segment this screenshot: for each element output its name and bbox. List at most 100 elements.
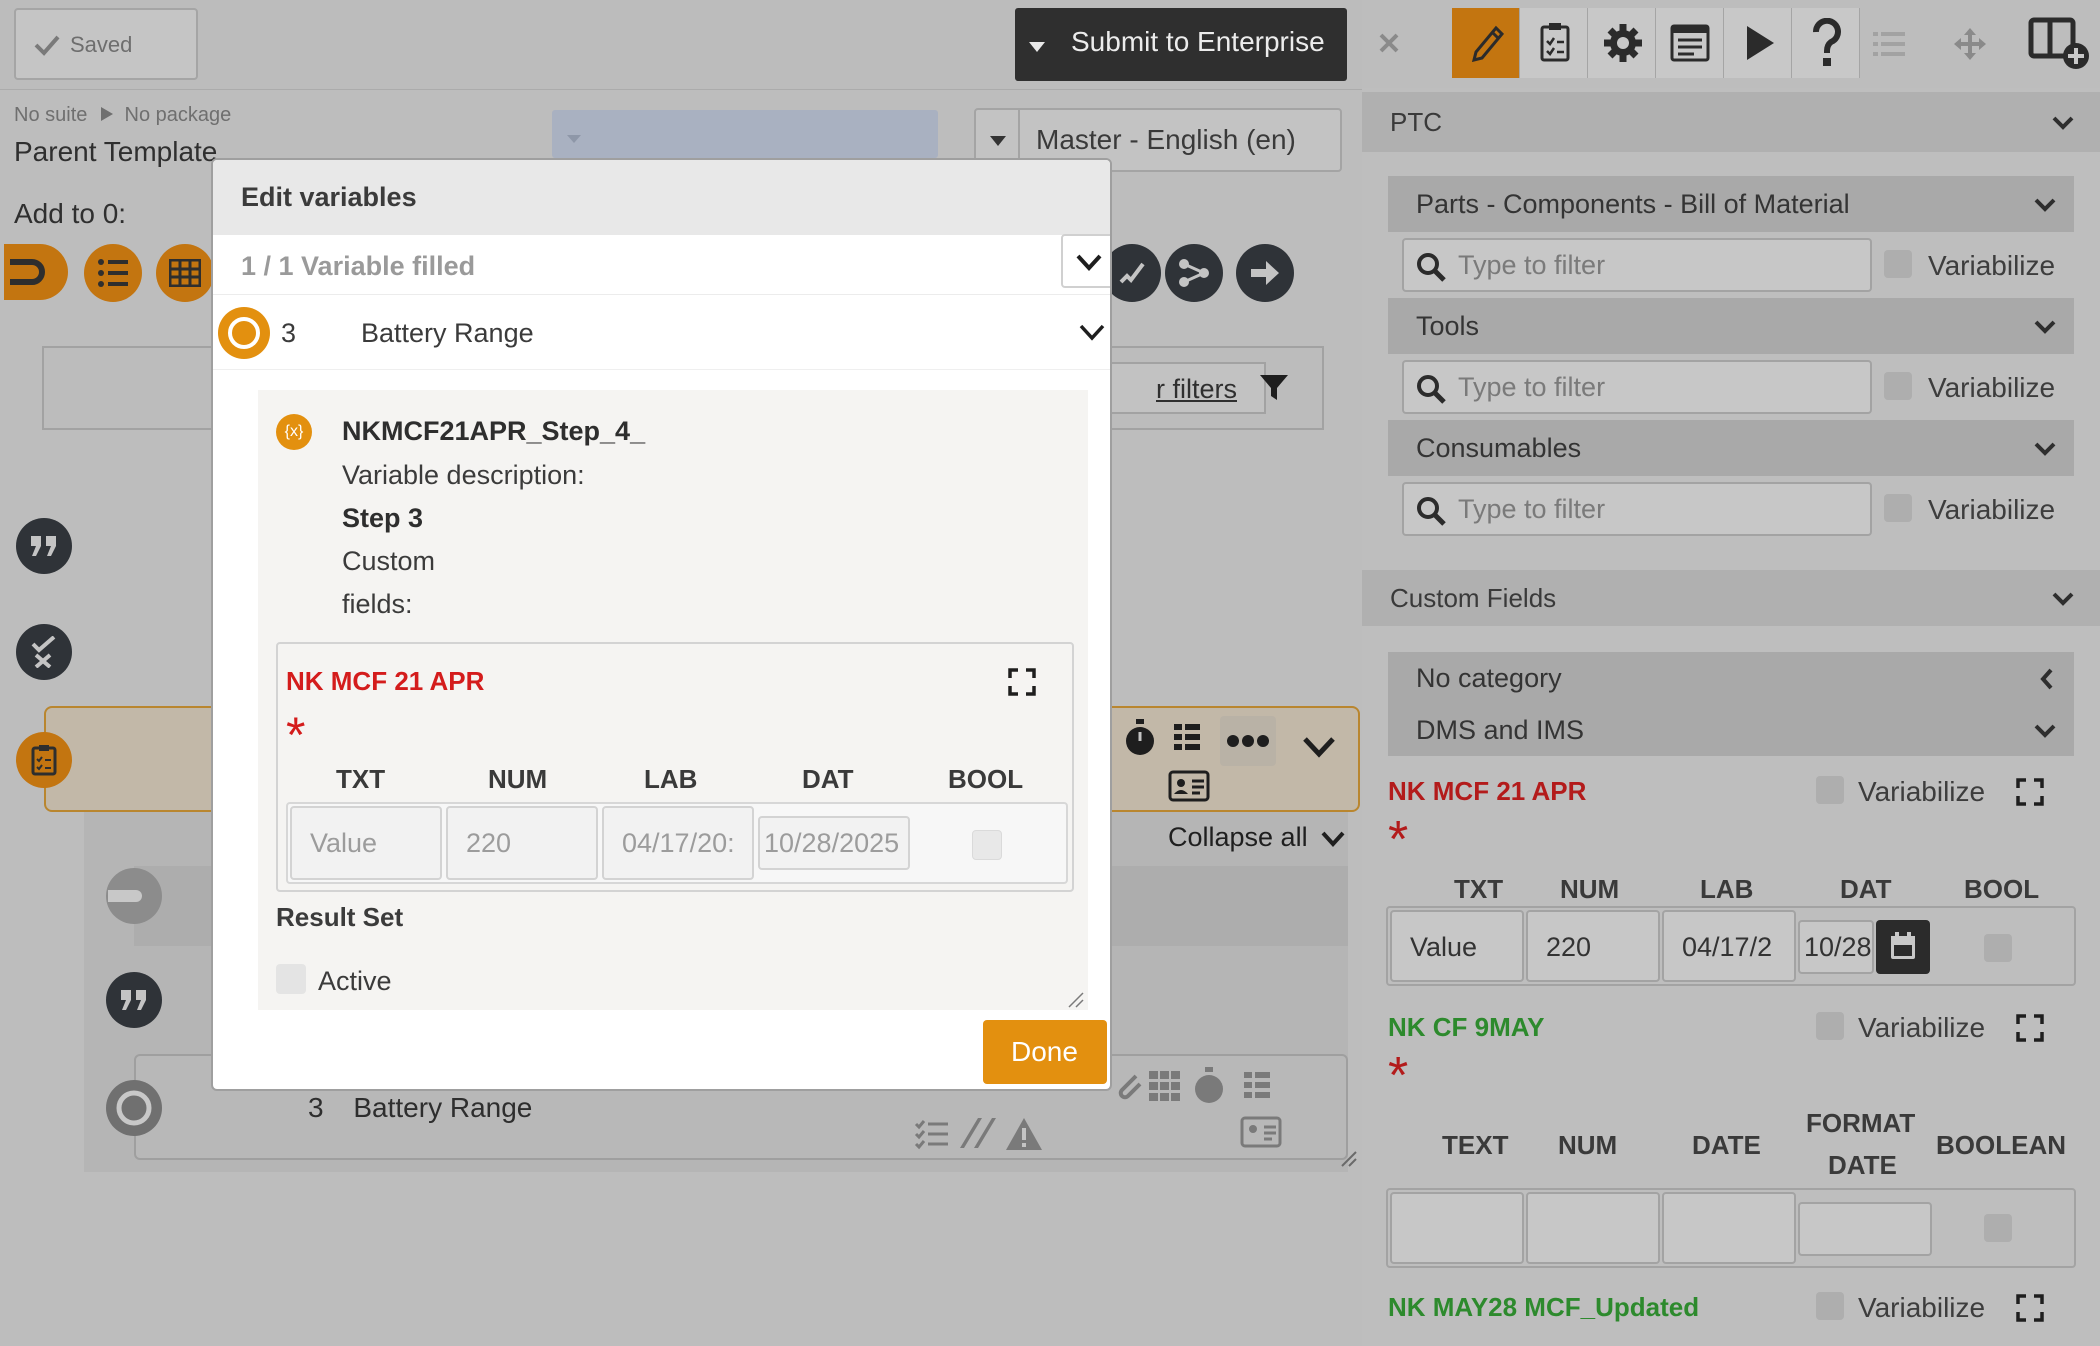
field1-variabilize-checkbox[interactable] (1816, 776, 1844, 804)
signature-icon[interactable] (958, 1116, 998, 1150)
parts-filter-input[interactable]: Type to filter (1402, 238, 1872, 292)
field2-text-input[interactable] (1390, 1192, 1524, 1264)
tools-section-header[interactable]: Tools (1388, 298, 2074, 354)
collapse-all-button[interactable]: Collapse all (1168, 822, 1345, 853)
check-icon (34, 35, 60, 56)
calendar-button[interactable] (1876, 920, 1930, 974)
field3-variabilize-checkbox[interactable] (1816, 1292, 1844, 1320)
right-panel: PTC Parts - Components - Bill of Materia… (1362, 0, 2100, 1346)
ptc-section-header[interactable]: PTC (1362, 92, 2100, 152)
done-button[interactable]: Done (983, 1020, 1107, 1084)
field1-bool-checkbox[interactable] (1984, 934, 2012, 962)
consumables-section-header[interactable]: Consumables (1388, 420, 2074, 476)
tools-variabilize-checkbox[interactable] (1884, 372, 1912, 400)
field2-header-text: TEXT (1442, 1130, 1509, 1160)
blue-dropdown[interactable] (552, 110, 938, 158)
add-panel-icon[interactable] (2028, 16, 2092, 72)
bool-checkbox[interactable] (972, 830, 1002, 860)
step-status-icon[interactable] (104, 1078, 164, 1138)
checklist-tab[interactable] (1520, 8, 1588, 78)
more-options-button[interactable] (1220, 716, 1276, 766)
field2-variabilize-checkbox[interactable] (1816, 1012, 1844, 1040)
quote-button[interactable] (106, 972, 162, 1028)
section-icon[interactable] (104, 866, 164, 926)
field1-dat-input[interactable]: 10/28 (1798, 920, 1874, 974)
field2-format-date-input[interactable] (1798, 1202, 1932, 1256)
next-button[interactable] (1236, 244, 1294, 302)
add-list-button[interactable] (84, 244, 142, 302)
edit-tab[interactable] (1452, 8, 1520, 78)
help-tab[interactable] (1792, 8, 1860, 78)
active-checkbox[interactable] (276, 964, 306, 994)
expand-icon[interactable] (2016, 1014, 2044, 1042)
id-card-icon[interactable] (1240, 1116, 1282, 1148)
move-icon[interactable] (1952, 26, 1988, 62)
breadcrumb-package[interactable]: No package (125, 104, 232, 126)
checklist-icon[interactable] (914, 1118, 950, 1150)
share-button[interactable] (1165, 244, 1223, 302)
filters-link[interactable]: r filters (1156, 374, 1237, 405)
checklist-button[interactable] (16, 732, 72, 788)
question-icon (1812, 18, 1841, 66)
variable-card: {x} NKMCF21APR_Step_4_ Variable descript… (258, 390, 1088, 1010)
expand-icon[interactable] (2016, 778, 2044, 806)
dat-input[interactable]: 10/28/2025 (758, 816, 910, 870)
category-dms-and-ims[interactable]: DMS and IMS (1388, 704, 2074, 756)
category-no-category[interactable]: No category (1388, 652, 2074, 704)
id-card-icon[interactable] (1168, 770, 1210, 802)
parts-section-header[interactable]: Parts - Components - Bill of Material (1388, 176, 2074, 232)
expand-icon[interactable] (2016, 1294, 2044, 1322)
field2-num-input[interactable] (1526, 1192, 1660, 1264)
variable-step-row[interactable]: 3 Battery Range (213, 296, 1110, 370)
field1-lab-input[interactable]: 04/17/2 (1662, 910, 1796, 982)
field2-header-format-date: DATE (1828, 1150, 1897, 1180)
resize-handle-icon[interactable] (1340, 1150, 1358, 1168)
chevron-down-icon[interactable] (1302, 736, 1336, 758)
submit-to-enterprise-button[interactable]: Submit to Enterprise (1015, 8, 1347, 81)
consumables-filter-input[interactable]: Type to filter (1402, 482, 1872, 536)
check-x-button[interactable] (16, 624, 72, 680)
field1-txt-input[interactable]: Value (1390, 910, 1524, 982)
saved-button[interactable]: Saved (14, 8, 198, 80)
field1-num-input[interactable]: 220 (1526, 910, 1660, 982)
add-section-button[interactable] (4, 244, 68, 300)
chevron-down-icon (1321, 831, 1345, 847)
close-icon[interactable] (1378, 32, 1400, 54)
field1-header-dat: DAT (1840, 874, 1892, 904)
notes-tab[interactable] (1656, 8, 1724, 78)
header-dat: DAT (802, 764, 854, 794)
stopwatch-icon[interactable] (1123, 718, 1157, 758)
stopwatch-icon[interactable] (1192, 1066, 1226, 1106)
grid-icon[interactable] (1148, 1070, 1182, 1102)
breadcrumb-suite[interactable]: No suite (14, 104, 87, 126)
database-list-icon[interactable] (1172, 722, 1202, 754)
txt-input[interactable]: Value (290, 806, 442, 880)
filters-button[interactable]: r filters (1090, 362, 1266, 414)
settings-tab[interactable] (1588, 8, 1656, 78)
tools-filter-input[interactable]: Type to filter (1402, 360, 1872, 414)
add-table-button[interactable] (156, 244, 214, 302)
run-tab[interactable] (1724, 8, 1792, 78)
field2-bool-checkbox[interactable] (1984, 1214, 2012, 1242)
chevron-down-icon (2052, 116, 2074, 130)
filled-status: 1 / 1 Variable filled (241, 251, 476, 281)
field2-date-input[interactable] (1662, 1192, 1796, 1264)
variables-dropdown-button[interactable] (1061, 234, 1110, 288)
custom-fields-header[interactable]: Custom Fields (1362, 570, 2100, 626)
list-icon[interactable] (1872, 30, 1906, 58)
consumables-variabilize-checkbox[interactable] (1884, 494, 1912, 522)
num-input[interactable]: 220 (446, 806, 598, 880)
database-list-icon[interactable] (1242, 1070, 1272, 1102)
quote-button[interactable] (16, 518, 72, 574)
parts-variabilize-checkbox[interactable] (1884, 250, 1912, 278)
dialog-header: Edit variables (213, 160, 1110, 235)
variable-icon-glyph: {x} (284, 423, 304, 440)
funnel-icon[interactable] (1258, 372, 1290, 404)
expand-icon[interactable] (1008, 668, 1036, 696)
paperclip-icon[interactable] (1112, 1068, 1148, 1104)
header-txt: TXT (336, 764, 386, 794)
lab-input[interactable]: 04/17/20: (602, 806, 754, 880)
warning-icon[interactable] (1004, 1116, 1044, 1152)
resize-handle-icon[interactable] (1068, 992, 1084, 1008)
dat-value: 10/28/2025 (764, 828, 900, 858)
